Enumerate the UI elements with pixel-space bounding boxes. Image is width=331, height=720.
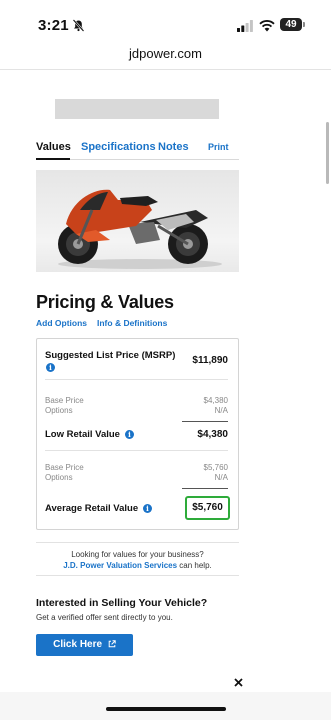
sell-vehicle-title: Interested in Selling Your Vehicle? bbox=[36, 597, 208, 609]
tab-specifications[interactable]: Specifications bbox=[81, 141, 156, 153]
click-here-button[interactable]: Click Here bbox=[36, 634, 133, 656]
bottom-toolbar-area bbox=[0, 692, 331, 720]
avg-value-rule bbox=[182, 488, 228, 489]
motorcycle-illustration bbox=[58, 189, 222, 269]
status-time: 3:21 bbox=[38, 17, 69, 34]
pricing-card: Suggested List Price (MSRP) i $11,890 Ba… bbox=[36, 338, 239, 530]
business-promo: Looking for values for your business? J.… bbox=[36, 542, 239, 576]
external-link-icon bbox=[108, 640, 116, 648]
avg-base-price-label: Base Price bbox=[45, 463, 84, 472]
ad-placeholder bbox=[55, 99, 219, 119]
business-promo-line2: J.D. Power Valuation Services can help. bbox=[36, 561, 239, 570]
tab-notes[interactable]: Notes bbox=[158, 141, 189, 153]
valuation-services-link[interactable]: J.D. Power Valuation Services bbox=[63, 561, 177, 570]
sell-vehicle-subtitle: Get a verified offer sent directly to yo… bbox=[36, 613, 173, 622]
avg-base-price-value: $5,760 bbox=[203, 463, 228, 472]
avg-options-value: N/A bbox=[214, 473, 228, 482]
average-retail-info-icon[interactable]: i bbox=[143, 504, 152, 513]
page-scrollbar[interactable] bbox=[326, 122, 329, 184]
url-divider bbox=[0, 69, 331, 70]
low-options-label: Options bbox=[45, 406, 73, 415]
card-divider bbox=[45, 450, 228, 451]
business-promo-suffix: can help. bbox=[177, 561, 212, 570]
tab-print[interactable]: Print bbox=[208, 142, 229, 152]
avg-options-label: Options bbox=[45, 473, 73, 482]
battery-indicator: 49 bbox=[280, 18, 305, 31]
click-here-label: Click Here bbox=[53, 639, 103, 650]
wifi-icon bbox=[259, 20, 275, 32]
msrp-info-icon[interactable]: i bbox=[46, 363, 55, 372]
url-bar[interactable]: jdpower.com bbox=[0, 46, 331, 70]
low-base-price-label: Base Price bbox=[45, 396, 84, 405]
low-base-price-value: $4,380 bbox=[203, 396, 228, 405]
add-options-link[interactable]: Add Options bbox=[36, 318, 87, 328]
active-tab-indicator bbox=[36, 158, 70, 160]
card-divider bbox=[45, 379, 228, 380]
cellular-signal-icon bbox=[237, 20, 253, 32]
msrp-value: $11,890 bbox=[192, 355, 228, 366]
msrp-label: Suggested List Price (MSRP) bbox=[45, 350, 176, 361]
home-indicator[interactable] bbox=[106, 707, 226, 711]
pricing-title: Pricing & Values bbox=[36, 292, 174, 312]
info-definitions-link[interactable]: Info & Definitions bbox=[97, 318, 167, 328]
average-retail-value: $5,760 bbox=[185, 496, 230, 520]
close-icon[interactable] bbox=[233, 677, 244, 688]
tab-values[interactable]: Values bbox=[36, 141, 71, 153]
tab-bar: Values Specifications Notes Print bbox=[36, 136, 239, 160]
motorcycle-photo bbox=[36, 170, 239, 272]
business-promo-text: Looking for values for your business? bbox=[71, 550, 204, 559]
average-retail-label: Average Retail Value bbox=[45, 503, 139, 514]
status-bar: 3:21 49 bbox=[0, 0, 331, 44]
low-value-rule bbox=[182, 421, 228, 422]
low-retail-info-icon[interactable]: i bbox=[125, 430, 134, 439]
low-retail-value: $4,380 bbox=[197, 429, 228, 440]
url-text: jdpower.com bbox=[129, 46, 202, 61]
bell-slash-icon bbox=[72, 19, 85, 32]
low-retail-label: Low Retail Value bbox=[45, 429, 120, 440]
low-options-value: N/A bbox=[214, 406, 228, 415]
